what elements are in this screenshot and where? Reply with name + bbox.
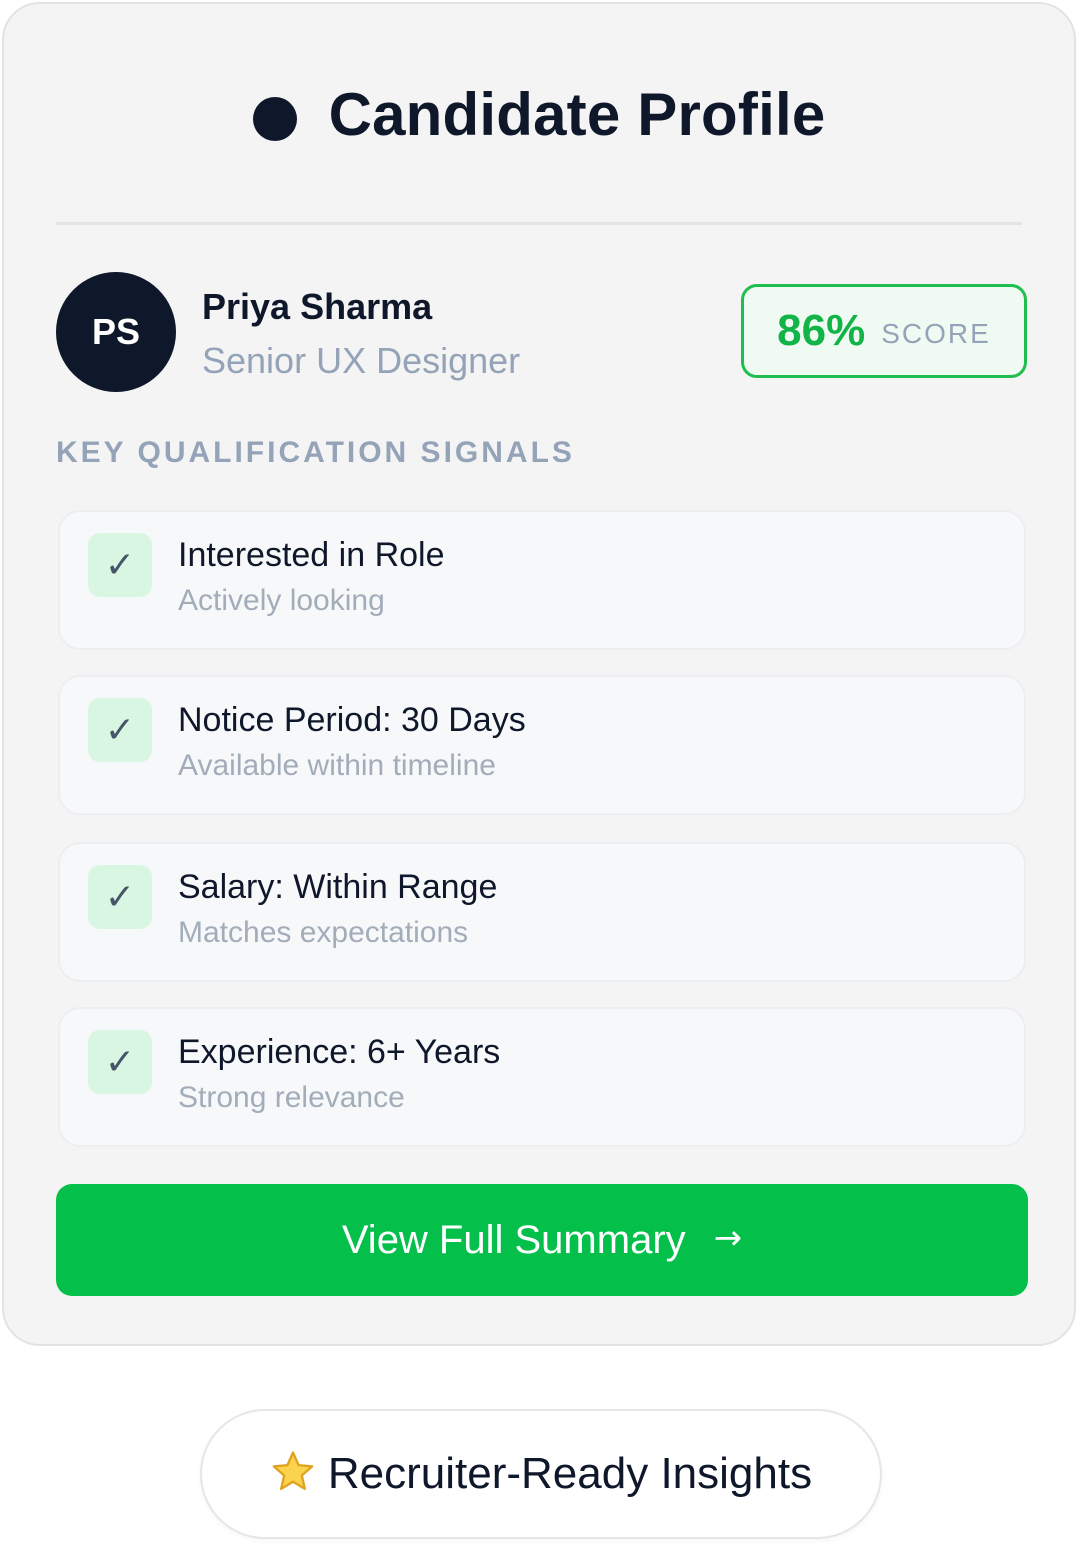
candidate-name: Priya Sharma — [202, 286, 433, 327]
signal-title: Salary: Within Range — [178, 868, 498, 906]
page-title: Candidate Profile — [328, 80, 826, 148]
avatar: PS — [56, 272, 176, 392]
header-divider — [56, 222, 1022, 225]
dot-icon — [252, 97, 297, 141]
recruiter-insights-pill: Recruiter-Ready Insights — [200, 1409, 882, 1539]
signal-subtitle: Strong relevance — [178, 1081, 405, 1114]
check-icon: ✓ — [88, 533, 152, 597]
check-icon: ✓ — [88, 1030, 152, 1094]
signal-item-salary: ✓ Salary: Within Range Matches expectati… — [58, 842, 1026, 982]
score-badge: 86% SCORE — [741, 284, 1027, 378]
signal-subtitle: Actively looking — [178, 584, 385, 617]
signal-title: Experience: 6+ Years — [178, 1033, 501, 1071]
section-title-signals: KEY QUALIFICATION SIGNALS — [56, 436, 575, 469]
pill-label: Recruiter-Ready Insights — [327, 1449, 813, 1498]
signal-subtitle: Matches expectations — [178, 916, 469, 949]
view-full-summary-button[interactable]: View Full Summary → — [56, 1184, 1028, 1296]
star-icon — [272, 1451, 314, 1491]
score-label: SCORE — [881, 318, 991, 349]
check-icon: ✓ — [88, 865, 152, 929]
signal-item-experience: ✓ Experience: 6+ Years Strong relevance — [58, 1007, 1026, 1147]
score-value: 86% — [777, 306, 866, 355]
signal-item-interest: ✓ Interested in Role Actively looking — [58, 510, 1026, 650]
card-header: Candidate Profile — [4, 76, 1074, 152]
signal-subtitle: Available within timeline — [178, 749, 496, 782]
candidate-role: Senior UX Designer — [202, 340, 521, 381]
arrow-right-icon: → — [713, 1218, 743, 1258]
signal-title: Notice Period: 30 Days — [178, 701, 526, 739]
signal-item-notice-period: ✓ Notice Period: 30 Days Available withi… — [58, 675, 1026, 815]
candidate-profile-card: Candidate Profile PS Priya Sharma Senior… — [2, 2, 1076, 1346]
signal-title: Interested in Role — [178, 536, 445, 574]
check-icon: ✓ — [88, 698, 152, 762]
cta-label: View Full Summary — [341, 1217, 686, 1262]
